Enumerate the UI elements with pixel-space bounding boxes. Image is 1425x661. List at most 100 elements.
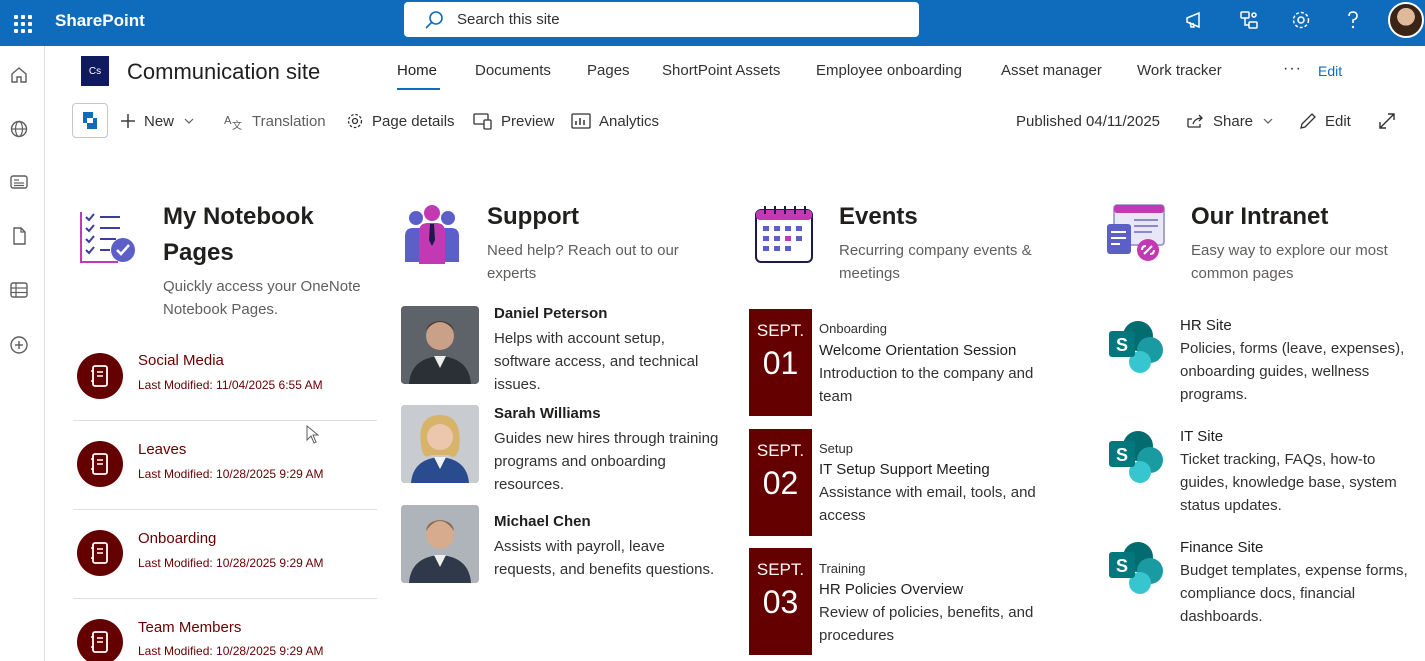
event-date-badge: SEPT. 01 [749, 309, 812, 416]
page-details-label: Page details [372, 112, 455, 130]
nav-edit-link[interactable]: Edit [1318, 63, 1342, 79]
events-subtitle-line1: Recurring company events & [839, 242, 1032, 259]
site-desc-line: onboarding guides, wellness [1180, 363, 1370, 380]
person-desc-line: programs and onboarding [494, 453, 666, 470]
document-icon[interactable] [9, 226, 29, 246]
home-icon[interactable] [9, 65, 29, 85]
nav-pages[interactable]: Pages [587, 62, 630, 79]
nav-home[interactable]: Home [397, 62, 437, 79]
event-description: Assistance with email, tools, and access [819, 481, 1059, 527]
notebook-page-item[interactable]: Leaves Last Modified: 10/28/2025 9:29 AM [73, 420, 377, 508]
event-desc-line: Introduction to the company and [819, 365, 1034, 382]
sharepoint-icon[interactable]: S [1108, 320, 1164, 374]
site-link-name[interactable]: IT Site [1180, 428, 1223, 445]
preview-icon [473, 113, 492, 130]
person-photo [401, 405, 479, 483]
nav-more-button[interactable]: ··· [1283, 60, 1302, 78]
nav-documents[interactable]: Documents [475, 62, 551, 79]
chevron-down-icon [184, 118, 194, 124]
plus-icon [121, 114, 135, 128]
notebook-page-item[interactable]: Team Members Last Modified: 10/28/2025 9… [73, 598, 377, 661]
notebook-icon [91, 542, 108, 564]
event-month: SEPT. [756, 560, 805, 579]
svg-text:S: S [1116, 556, 1128, 576]
shortpoint-logo-button[interactable] [72, 103, 108, 138]
search-box[interactable]: Search this site [404, 2, 919, 37]
analytics-button[interactable]: Analytics [571, 111, 659, 131]
preview-button[interactable]: Preview [473, 111, 554, 131]
nav-asset-manager[interactable]: Asset manager [1001, 62, 1102, 79]
person-name[interactable]: Sarah Williams [494, 405, 601, 422]
notebook-circle [77, 353, 123, 399]
expand-button[interactable] [1378, 111, 1404, 131]
page-details-button[interactable]: Page details [346, 111, 455, 131]
org-chart-icon[interactable] [1238, 9, 1260, 31]
person-name[interactable]: Michael Chen [494, 513, 591, 530]
intranet-title: Our Intranet [1191, 203, 1329, 230]
event-title[interactable]: IT Setup Support Meeting [819, 461, 990, 478]
news-icon[interactable] [9, 172, 29, 192]
site-desc-line: compliance docs, financial [1180, 585, 1356, 602]
site-desc-line: dashboards. [1180, 608, 1263, 625]
list-icon[interactable] [9, 280, 29, 300]
notebook-page-name[interactable]: Onboarding [138, 530, 216, 547]
intranet-browser-icon [1107, 204, 1165, 261]
person-name[interactable]: Daniel Peterson [494, 305, 607, 322]
notebook-page-name[interactable]: Leaves [138, 441, 186, 458]
share-icon [1187, 114, 1203, 128]
notebook-icon [91, 365, 108, 387]
published-label: Published 04/11/2025 [1016, 112, 1161, 130]
sharepoint-icon[interactable]: S [1108, 430, 1164, 484]
help-icon[interactable] [1342, 9, 1364, 31]
event-title[interactable]: Welcome Orientation Session [819, 342, 1016, 359]
analytics-chart-icon [571, 113, 591, 129]
globe-icon[interactable] [9, 119, 29, 139]
settings-gear-icon[interactable] [1290, 9, 1312, 31]
person-desc-line: software access, and technical [494, 353, 699, 370]
event-desc-line: team [819, 388, 853, 405]
translation-button[interactable]: A文 Translation [224, 111, 326, 131]
site-desc-line: guides, knowledge base, system [1180, 474, 1397, 491]
notebook-page-item[interactable]: Onboarding Last Modified: 10/28/2025 9:2… [73, 509, 377, 597]
new-button[interactable]: New [120, 111, 202, 131]
nav-work-tracker[interactable]: Work tracker [1137, 62, 1222, 79]
site-link-name[interactable]: Finance Site [1180, 539, 1263, 556]
site-link-description: Ticket tracking, FAQs, how-to guides, kn… [1180, 448, 1415, 517]
notebook-page-modified: Last Modified: 10/28/2025 9:29 AM [138, 644, 324, 658]
analytics-label: Analytics [599, 112, 660, 130]
person-desc-line: resources. [494, 476, 565, 493]
svg-text:S: S [1116, 335, 1128, 355]
site-logo[interactable]: Cs [81, 56, 109, 86]
edit-page-button[interactable]: Edit [1299, 111, 1351, 131]
share-label: Share [1213, 112, 1254, 130]
sharepoint-icon[interactable]: S [1108, 541, 1164, 595]
nav-employee-onboarding[interactable]: Employee onboarding [816, 62, 962, 79]
notebook-title-line2: Pages [163, 239, 234, 266]
site-title[interactable]: Communication site [127, 59, 320, 85]
notebook-subtitle-line2: Notebook Pages. [163, 301, 279, 318]
chevron-down-icon [1263, 118, 1273, 124]
user-avatar[interactable] [1388, 2, 1424, 38]
megaphone-icon[interactable] [1184, 9, 1206, 31]
site-desc-line: Policies, forms (leave, expenses), [1180, 340, 1405, 357]
notebook-page-item[interactable]: Social Media Last Modified: 11/04/2025 6… [73, 330, 377, 418]
site-link-name[interactable]: HR Site [1180, 317, 1232, 334]
team-people-icon [405, 205, 459, 264]
intranet-subtitle-line2: common pages [1191, 265, 1294, 282]
event-date-badge: SEPT. 02 [749, 429, 812, 536]
site-desc-line: status updates. [1180, 497, 1282, 514]
add-circle-icon[interactable] [9, 335, 29, 355]
nav-shortpoint-assets[interactable]: ShortPoint Assets [662, 62, 780, 79]
event-category: Training [819, 561, 866, 576]
events-title: Events [839, 203, 918, 230]
person-desc-line: Guides new hires through training [494, 430, 719, 447]
notebook-page-name[interactable]: Social Media [138, 352, 224, 369]
event-date-badge: SEPT. 03 [749, 548, 812, 655]
event-title[interactable]: HR Policies Overview [819, 581, 963, 598]
notebook-page-name[interactable]: Team Members [138, 619, 241, 636]
app-brand[interactable]: SharePoint [55, 11, 145, 31]
share-button[interactable]: Share [1187, 111, 1281, 131]
app-launcher-icon[interactable] [8, 8, 36, 36]
person-description: Guides new hires through training progra… [494, 427, 734, 496]
nav-active-indicator [397, 88, 440, 90]
